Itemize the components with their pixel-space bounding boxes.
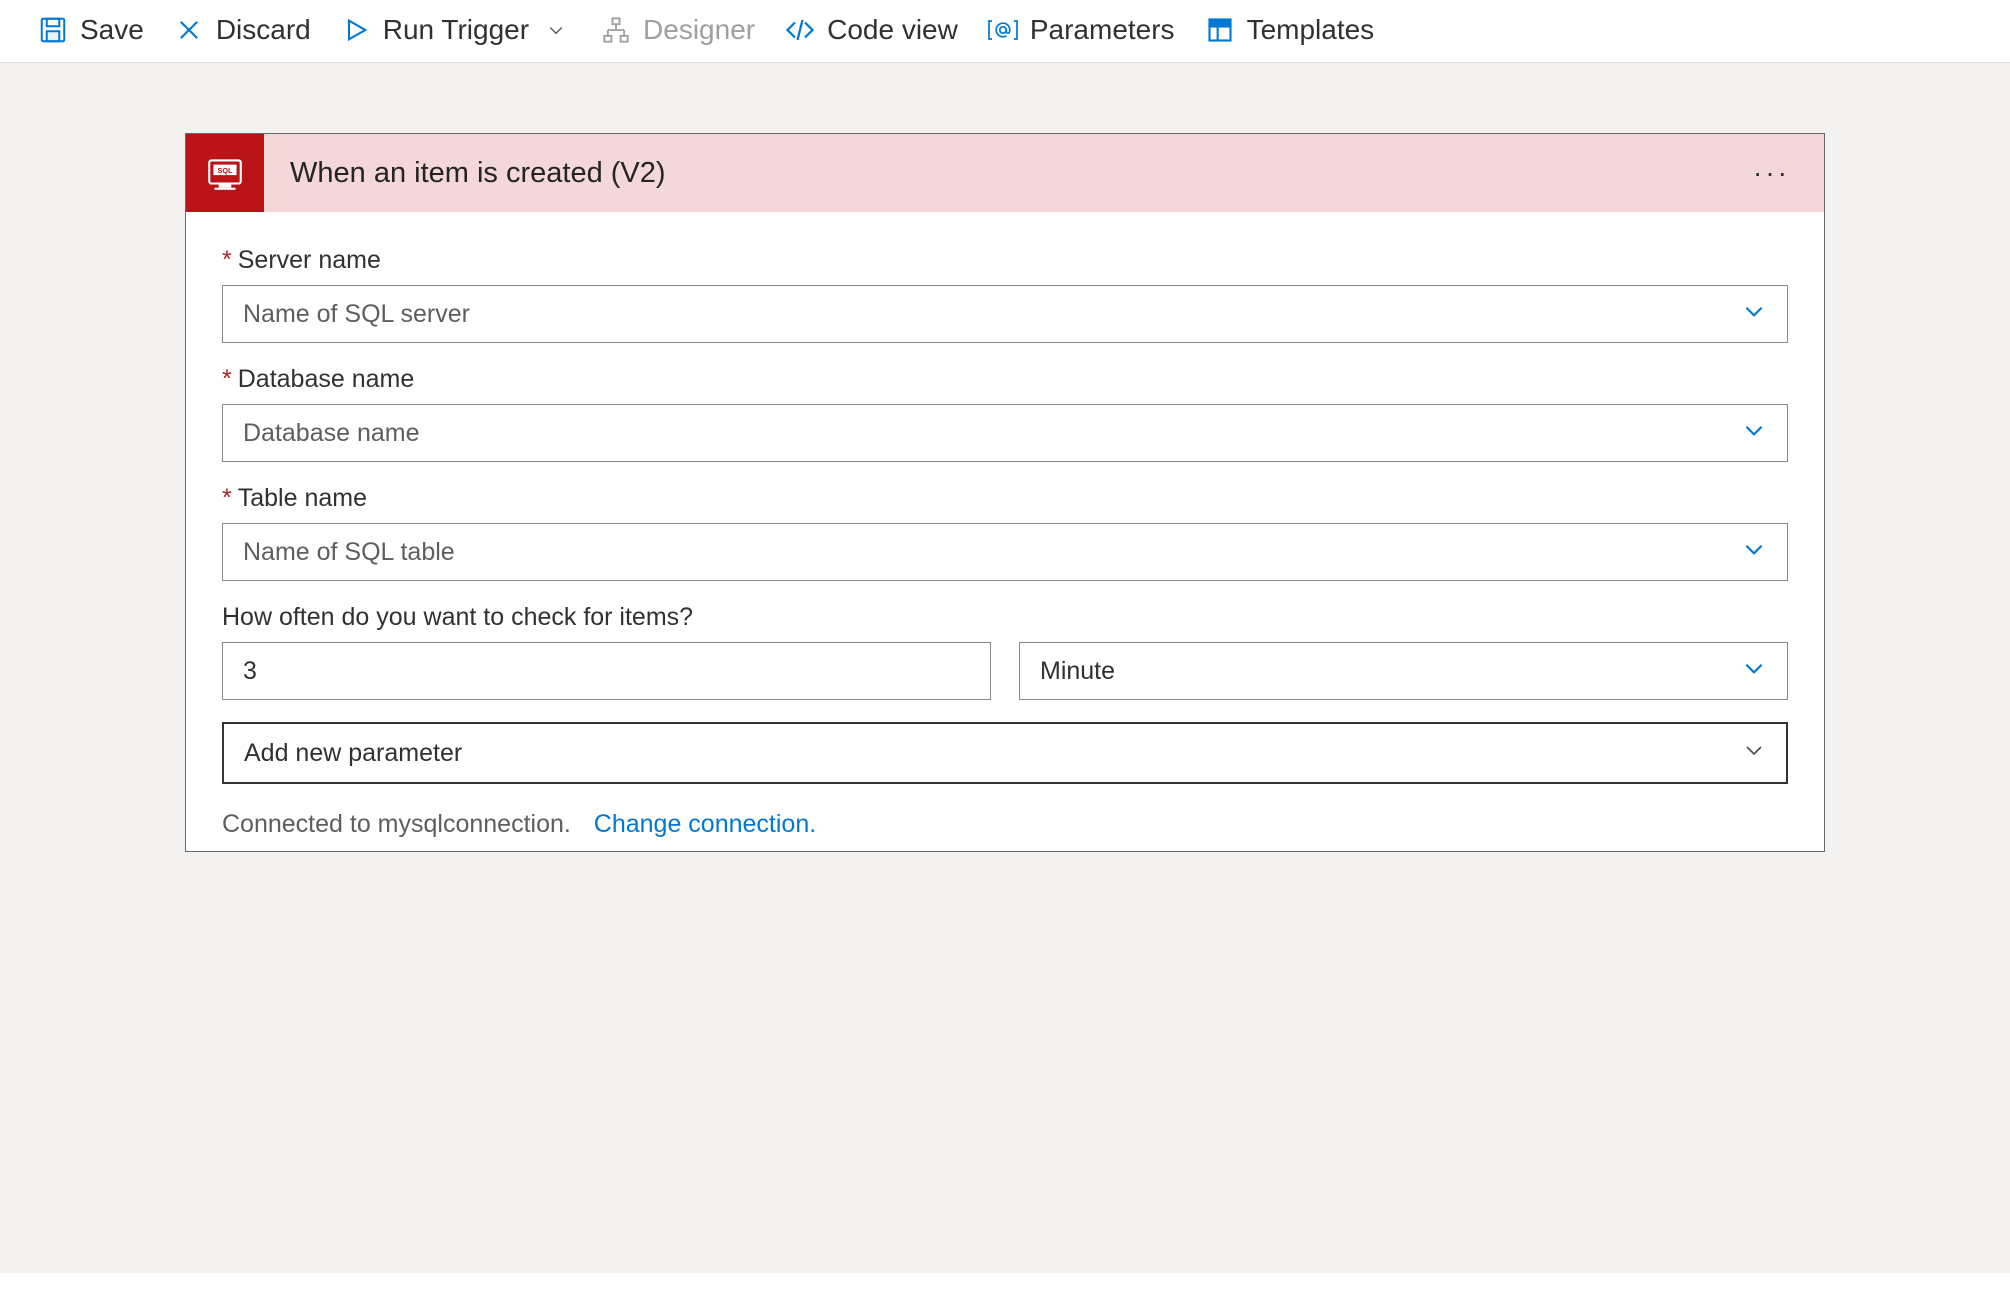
code-icon: [785, 15, 815, 45]
chevron-down-icon: [1742, 738, 1766, 768]
add-parameter-select[interactable]: Add new parameter: [222, 722, 1788, 784]
discard-button[interactable]: Discard: [174, 14, 311, 46]
chevron-down-icon: [541, 15, 571, 45]
run-trigger-label: Run Trigger: [383, 14, 529, 46]
table-name-value: Name of SQL table: [243, 538, 455, 567]
at-brackets-icon: [988, 15, 1018, 45]
templates-button[interactable]: Templates: [1205, 14, 1375, 46]
server-name-value: Name of SQL server: [243, 300, 470, 329]
interval-input-wrapper[interactable]: [222, 642, 991, 700]
templates-icon: [1205, 15, 1235, 45]
trigger-card: SQL When an item is created (V2) ··· *Se…: [185, 133, 1825, 852]
templates-label: Templates: [1247, 14, 1375, 46]
play-icon: [341, 15, 371, 45]
close-icon: [174, 15, 204, 45]
card-body: *Server name Name of SQL server *Databas…: [186, 212, 1824, 851]
discard-label: Discard: [216, 14, 311, 46]
frequency-unit-value: Minute: [1040, 657, 1115, 686]
chevron-down-icon: [1741, 655, 1767, 687]
save-button[interactable]: Save: [38, 14, 144, 46]
run-trigger-button[interactable]: Run Trigger: [341, 14, 571, 46]
frequency-section: How often do you want to check for items…: [222, 603, 1788, 784]
svg-text:SQL: SQL: [217, 166, 233, 175]
sql-connector-icon: SQL: [186, 134, 264, 212]
chevron-down-icon: [1741, 417, 1767, 449]
interval-input[interactable]: [243, 657, 970, 686]
chevron-down-icon: [1741, 536, 1767, 568]
database-name-field: *Database name Database name: [222, 365, 1788, 462]
table-name-label: *Table name: [222, 484, 1788, 513]
designer-toolbar: Save Discard Run Trigger D: [0, 0, 2010, 63]
table-name-field: *Table name Name of SQL table: [222, 484, 1788, 581]
code-view-button[interactable]: Code view: [785, 14, 958, 46]
connection-info: Connected to mysqlconnection. Change con…: [222, 810, 1788, 839]
add-parameter-label: Add new parameter: [244, 739, 462, 768]
database-name-value: Database name: [243, 419, 420, 448]
designer-label: Designer: [643, 14, 755, 46]
server-name-select[interactable]: Name of SQL server: [222, 285, 1788, 343]
card-more-button[interactable]: ···: [1739, 157, 1804, 189]
database-name-label: *Database name: [222, 365, 1788, 394]
database-name-select[interactable]: Database name: [222, 404, 1788, 462]
parameters-label: Parameters: [1030, 14, 1175, 46]
save-icon: [38, 15, 68, 45]
server-name-field: *Server name Name of SQL server: [222, 246, 1788, 343]
designer-canvas: SQL When an item is created (V2) ··· *Se…: [0, 63, 2010, 1273]
change-connection-link[interactable]: Change connection.: [594, 810, 816, 838]
card-title: When an item is created (V2): [264, 157, 1739, 190]
frequency-unit-select[interactable]: Minute: [1019, 642, 1788, 700]
designer-button: Designer: [601, 14, 755, 46]
parameters-button[interactable]: Parameters: [988, 14, 1175, 46]
table-name-select[interactable]: Name of SQL table: [222, 523, 1788, 581]
server-name-label: *Server name: [222, 246, 1788, 275]
sitemap-icon: [601, 15, 631, 45]
frequency-label: How often do you want to check for items…: [222, 603, 1788, 632]
save-label: Save: [80, 14, 144, 46]
connection-text: Connected to mysqlconnection.: [222, 810, 571, 838]
card-header[interactable]: SQL When an item is created (V2) ···: [186, 134, 1824, 212]
chevron-down-icon: [1741, 298, 1767, 330]
code-view-label: Code view: [827, 14, 958, 46]
